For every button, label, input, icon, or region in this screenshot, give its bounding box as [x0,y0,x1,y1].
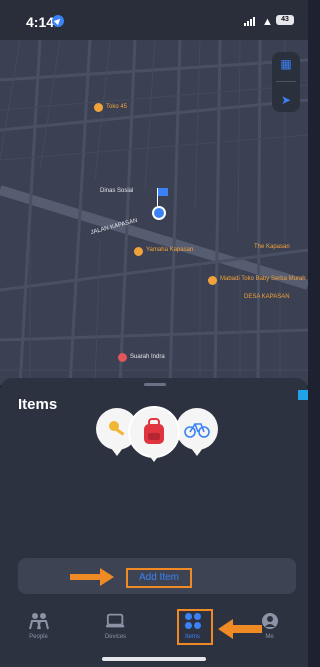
map-view[interactable]: ▦ ➤ Toko 45 Dinas Sosial JALAN KAPASAN Y… [0,40,308,385]
map-label: Yamaha Kapasan [146,247,194,253]
user-location-dot[interactable] [152,206,166,220]
tab-devices[interactable]: Devices [77,606,154,656]
arrow-pointer-icon [218,619,233,639]
item-bubble [128,406,180,462]
map-label: Mabadi Toko Baby Serba Murah [220,276,306,282]
people-icon [28,612,49,630]
wifi-icon: ▲ [262,16,273,28]
bicycle-icon [184,423,210,438]
poi-marker[interactable] [118,353,127,362]
map-mode-icon[interactable]: ▦ [280,57,291,71]
devices-icon [105,612,126,630]
arrow-pointer-icon [100,568,114,586]
map-label: Suarah Indra [130,354,165,360]
flag-icon [158,188,168,196]
poi-marker[interactable] [208,276,217,285]
arrow-body [232,625,262,633]
items-tab-highlight [177,609,213,645]
map-label: Toko 45 [106,104,128,110]
divider [276,81,296,83]
tab-people[interactable]: People [0,606,77,656]
sheet-grabber[interactable] [144,383,166,386]
signal-icon [244,17,255,26]
add-item-row[interactable]: Add Item [18,558,296,594]
tab-label: Devices [104,634,127,640]
item-bubble [176,408,218,456]
tab-label: Me [265,634,274,640]
poi-marker[interactable] [94,103,103,112]
arrow-body [70,574,100,580]
tab-label: People [29,634,48,640]
add-item-button[interactable]: Add Item [126,568,192,588]
sheet-title: Items [18,396,58,413]
battery-icon: 43 [276,15,294,25]
map-label: The Kapasan [254,244,290,250]
items-sheet: Items Add Item People Devices Items Me [0,378,308,667]
location-arrow-icon [52,15,64,27]
status-time: 4:14 [26,14,55,30]
map-label: DESA KAPASAN [244,294,290,300]
map-controls: ▦ ➤ [272,52,300,112]
location-icon[interactable]: ➤ [281,93,291,107]
poi-marker[interactable] [134,247,143,256]
key-icon [109,421,125,436]
backpack-icon [144,418,164,444]
map-label: Dinas Sosial [100,188,134,194]
home-indicator[interactable] [102,657,206,661]
person-icon [260,612,280,630]
status-bar: 4:14 ▲ 43 [0,0,308,40]
sheet-edge-marker [298,390,308,400]
